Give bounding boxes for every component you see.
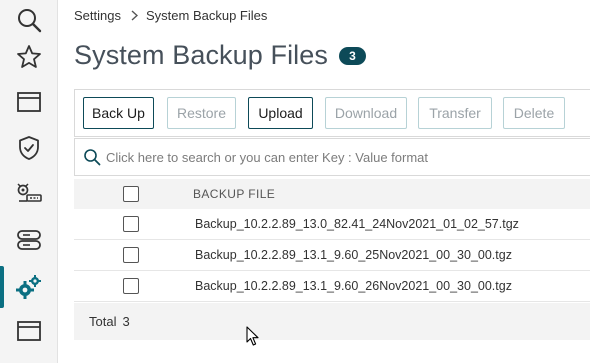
table-header: BACKUP FILE [74, 179, 590, 209]
breadcrumb-current: System Backup Files [145, 7, 268, 23]
chevron-right-icon [131, 9, 138, 21]
network-tools-icon [17, 183, 42, 202]
nav-network[interactable] [0, 173, 58, 213]
download-button[interactable]: Download [325, 97, 407, 129]
table-row[interactable]: Backup_10.2.2.89_13.1_9.60_25Nov2021_00_… [74, 240, 590, 271]
shield-check-icon [19, 136, 39, 160]
page-title: System Backup Files [74, 40, 328, 70]
nav-favorites[interactable] [0, 37, 58, 77]
table-footer: Total 3 [74, 303, 590, 340]
backup-file-name: Backup_10.2.2.89_13.1_9.60_25Nov2021_00_… [195, 248, 512, 262]
nav-system[interactable] [0, 220, 58, 260]
back-up-button[interactable]: Back Up [83, 97, 154, 129]
page-header: System Backup Files 3 [74, 40, 366, 71]
window-icon [17, 92, 41, 112]
search-bar [74, 138, 590, 176]
column-header-backup-file[interactable]: BACKUP FILE [193, 187, 275, 201]
breadcrumb: Settings System Backup Files [74, 6, 267, 24]
mouse-pointer-icon [246, 326, 259, 346]
row-checkbox[interactable] [123, 247, 139, 263]
server-stack-icon [17, 230, 41, 250]
gears-icon [16, 275, 41, 299]
search-icon [18, 9, 42, 33]
nav-security[interactable] [0, 128, 58, 168]
nav-apps[interactable] [0, 311, 58, 351]
row-checkbox[interactable] [123, 216, 139, 232]
backup-files-table: BACKUP FILE Backup_10.2.2.89_13.0_82.41_… [74, 179, 590, 302]
count-badge: 3 [338, 46, 366, 65]
main-content: Settings System Backup Files System Back… [59, 0, 590, 363]
nav-search[interactable] [0, 0, 58, 40]
search-input[interactable] [106, 149, 506, 165]
star-icon [17, 45, 41, 68]
action-toolbar: Back Up Restore Upload Download Transfer… [74, 89, 590, 137]
table-row[interactable]: Backup_10.2.2.89_13.1_9.60_26Nov2021_00_… [74, 271, 590, 302]
total-count: 3 [122, 314, 130, 329]
nav-applications[interactable] [0, 82, 58, 122]
sidebar [0, 0, 58, 363]
window-icon [17, 321, 41, 341]
total-label: Total [89, 314, 117, 329]
breadcrumb-settings-link[interactable]: Settings [74, 8, 121, 23]
search-icon [83, 148, 101, 166]
select-all-checkbox[interactable] [123, 186, 139, 202]
nav-settings[interactable] [0, 266, 58, 308]
row-checkbox[interactable] [123, 278, 139, 294]
table-row[interactable]: Backup_10.2.2.89_13.0_82.41_24Nov2021_01… [74, 209, 590, 240]
backup-file-name: Backup_10.2.2.89_13.1_9.60_26Nov2021_00_… [195, 279, 512, 293]
transfer-button[interactable]: Transfer [418, 97, 492, 129]
backup-file-name: Backup_10.2.2.89_13.0_82.41_24Nov2021_01… [195, 217, 519, 231]
delete-button[interactable]: Delete [503, 97, 565, 129]
restore-button[interactable]: Restore [167, 97, 236, 129]
upload-button[interactable]: Upload [248, 97, 313, 129]
